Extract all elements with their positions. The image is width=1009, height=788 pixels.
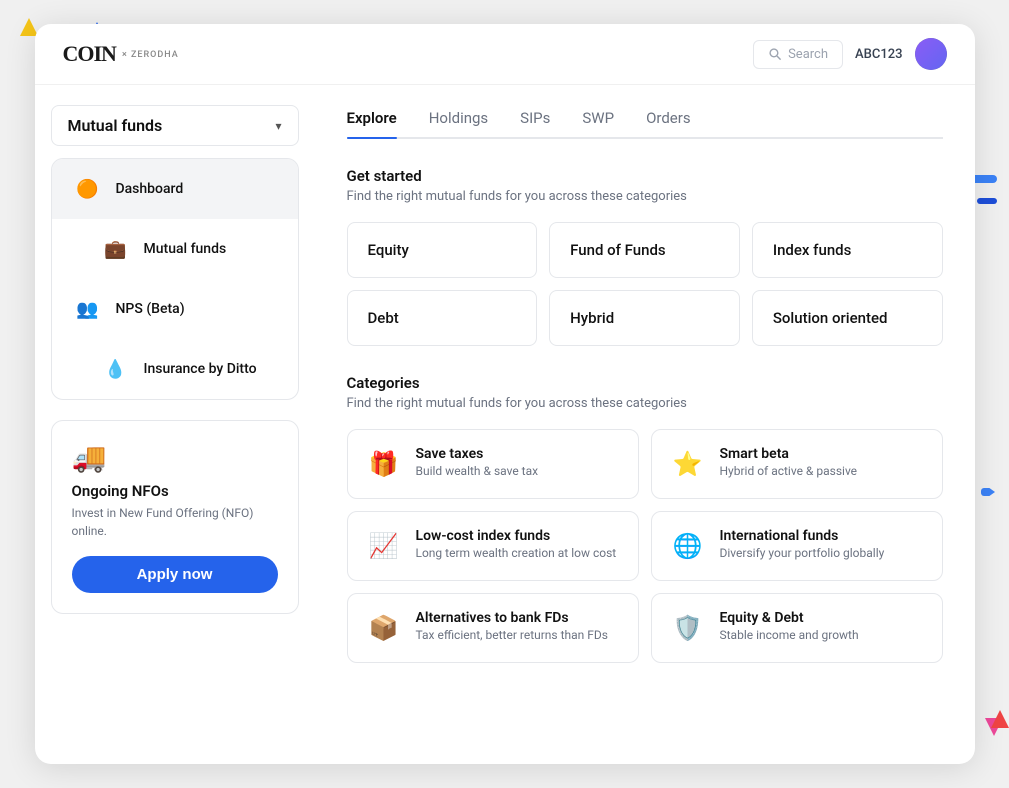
nfo-title: Ongoing NFOs: [72, 482, 278, 500]
equity-debt-icon: 🛡️: [670, 610, 706, 646]
deco-pink-triangle: [985, 718, 1003, 736]
nav-right: Search ABC123: [753, 38, 946, 70]
fund-type-index[interactable]: Index funds: [752, 222, 943, 278]
alternatives-desc: Tax efficient, better returns than FDs: [416, 628, 608, 642]
nps-icon: 👥: [72, 293, 104, 325]
logo-area: COIN × ZERODHA: [63, 41, 179, 67]
fund-type-hybrid[interactable]: Hybrid: [549, 290, 740, 346]
category-international[interactable]: 🌐 International funds Diversify your por…: [651, 511, 943, 581]
low-cost-icon: 📈: [366, 528, 402, 564]
tab-orders[interactable]: Orders: [646, 109, 691, 137]
nfo-desc: Invest in New Fund Offering (NFO) online…: [72, 504, 278, 540]
sidebar-item-insurance[interactable]: 💧 Insurance by Ditto: [52, 339, 298, 399]
tab-sips[interactable]: SIPs: [520, 109, 550, 137]
search-box[interactable]: Search: [753, 40, 843, 69]
smart-beta-title: Smart beta: [720, 446, 858, 462]
sidebar: Mutual funds ▾ 🟠 Dashboard 💼 Mutual fund…: [35, 85, 315, 764]
categories-grid: 🎁 Save taxes Build wealth & save tax ⭐ S…: [347, 429, 943, 663]
fund-type-fof[interactable]: Fund of Funds: [549, 222, 740, 278]
equity-debt-title: Equity & Debt: [720, 610, 859, 626]
nfo-icon: 🚚: [72, 441, 278, 474]
search-icon: [768, 47, 782, 61]
save-taxes-title: Save taxes: [416, 446, 539, 462]
sidebar-item-mutual-funds[interactable]: 💼 Mutual funds: [52, 219, 298, 279]
fund-selector[interactable]: Mutual funds ▾: [51, 105, 299, 146]
avatar-image: [915, 38, 947, 70]
deco-blue-bar-2: [977, 198, 997, 204]
categories-title: Categories: [347, 374, 943, 392]
smart-beta-info: Smart beta Hybrid of active & passive: [720, 446, 858, 478]
apply-now-button[interactable]: Apply now: [72, 556, 278, 593]
international-desc: Diversify your portfolio globally: [720, 546, 885, 560]
alternatives-title: Alternatives to bank FDs: [416, 610, 608, 626]
fund-type-debt[interactable]: Debt: [347, 290, 538, 346]
deco-blue-arrow: [981, 488, 995, 496]
user-id: ABC123: [855, 47, 902, 62]
category-low-cost[interactable]: 📈 Low-cost index funds Long term wealth …: [347, 511, 639, 581]
international-info: International funds Diversify your portf…: [720, 528, 885, 560]
top-nav: COIN × ZERODHA Search ABC123: [35, 24, 975, 85]
category-save-taxes[interactable]: 🎁 Save taxes Build wealth & save tax: [347, 429, 639, 499]
deco-red-triangle: [991, 710, 1009, 728]
category-equity-debt[interactable]: 🛡️ Equity & Debt Stable income and growt…: [651, 593, 943, 663]
search-placeholder: Search: [788, 47, 828, 62]
content-area: Mutual funds ▾ 🟠 Dashboard 💼 Mutual fund…: [35, 85, 975, 764]
fund-selector-label: Mutual funds: [68, 116, 163, 135]
sidebar-item-insurance-label: Insurance by Ditto: [144, 361, 257, 377]
equity-debt-info: Equity & Debt Stable income and growth: [720, 610, 859, 642]
fund-type-grid: Equity Fund of Funds Index funds Debt Hy…: [347, 222, 943, 346]
sidebar-item-nps-label: NPS (Beta): [116, 301, 185, 317]
alternatives-info: Alternatives to bank FDs Tax efficient, …: [416, 610, 608, 642]
alternatives-icon: 📦: [366, 610, 402, 646]
tab-holdings[interactable]: Holdings: [429, 109, 488, 137]
fund-type-equity[interactable]: Equity: [347, 222, 538, 278]
sidebar-item-dashboard-label: Dashboard: [116, 181, 184, 197]
equity-debt-desc: Stable income and growth: [720, 628, 859, 642]
tabs: Explore Holdings SIPs SWP Orders: [347, 109, 943, 139]
dashboard-icon: 🟠: [72, 173, 104, 205]
avatar[interactable]: [915, 38, 947, 70]
save-taxes-desc: Build wealth & save tax: [416, 464, 539, 478]
international-title: International funds: [720, 528, 885, 544]
insurance-icon: 💧: [100, 353, 132, 385]
smart-beta-desc: Hybrid of active & passive: [720, 464, 858, 478]
mutual-funds-icon: 💼: [100, 233, 132, 265]
save-taxes-info: Save taxes Build wealth & save tax: [416, 446, 539, 478]
nav-card: 🟠 Dashboard 💼 Mutual funds 👥 NPS (Beta) …: [51, 158, 299, 400]
chevron-down-icon: ▾: [275, 119, 281, 133]
tab-explore[interactable]: Explore: [347, 109, 397, 137]
low-cost-title: Low-cost index funds: [416, 528, 617, 544]
nfo-card: 🚚 Ongoing NFOs Invest in New Fund Offeri…: [51, 420, 299, 614]
logo-sub: × ZERODHA: [122, 50, 179, 60]
sidebar-item-dashboard[interactable]: 🟠 Dashboard: [52, 159, 298, 219]
fund-type-solution[interactable]: Solution oriented: [752, 290, 943, 346]
category-smart-beta[interactable]: ⭐ Smart beta Hybrid of active & passive: [651, 429, 943, 499]
low-cost-desc: Long term wealth creation at low cost: [416, 546, 617, 560]
get-started-title: Get started: [347, 167, 943, 185]
tab-swp[interactable]: SWP: [582, 109, 614, 137]
main-card: COIN × ZERODHA Search ABC123: [35, 24, 975, 764]
category-alternatives[interactable]: 📦 Alternatives to bank FDs Tax efficient…: [347, 593, 639, 663]
categories-desc: Find the right mutual funds for you acro…: [347, 396, 943, 411]
international-icon: 🌐: [670, 528, 706, 564]
logo-text: COIN: [63, 41, 116, 67]
low-cost-info: Low-cost index funds Long term wealth cr…: [416, 528, 617, 560]
save-taxes-icon: 🎁: [366, 446, 402, 482]
smart-beta-icon: ⭐: [670, 446, 706, 482]
main-content: Explore Holdings SIPs SWP Orders Get sta…: [315, 85, 975, 764]
get-started-desc: Find the right mutual funds for you acro…: [347, 189, 943, 204]
sidebar-item-mutual-funds-label: Mutual funds: [144, 241, 227, 257]
sidebar-item-nps[interactable]: 👥 NPS (Beta): [52, 279, 298, 339]
